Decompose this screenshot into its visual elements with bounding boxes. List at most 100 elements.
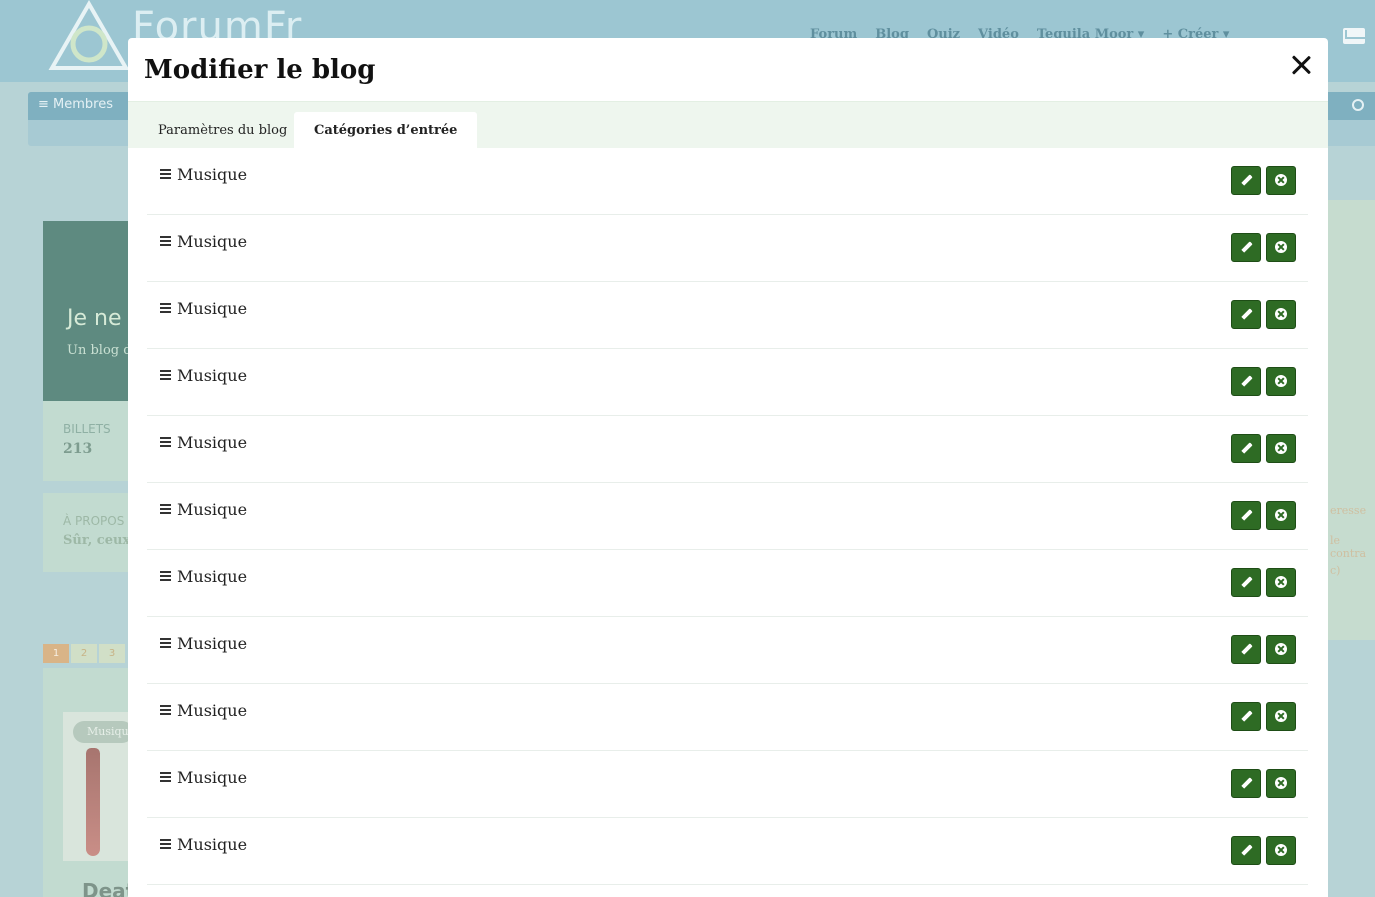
x-circle-icon (1275, 643, 1287, 655)
post-tag[interactable]: Musique (73, 721, 135, 743)
drag-handle-icon[interactable] (160, 437, 171, 447)
category-list: Musique Musique Musique Musique Musique Musiq… (147, 148, 1308, 885)
category-name: Musique (177, 165, 248, 184)
page-link[interactable]: 1 (43, 644, 69, 663)
category-name: Musique (177, 701, 248, 720)
edit-category-button[interactable] (1231, 367, 1261, 396)
delete-category-button[interactable] (1266, 836, 1296, 865)
drag-handle-icon[interactable] (160, 370, 171, 380)
category-name: Musique (177, 567, 248, 586)
tab-blog-settings[interactable]: Paramètres du blog (142, 112, 303, 149)
drag-handle-icon[interactable] (160, 236, 171, 246)
delete-category-button[interactable] (1266, 769, 1296, 798)
site-logo-icon[interactable] (48, 0, 130, 72)
x-circle-icon (1275, 509, 1287, 521)
delete-category-button[interactable] (1266, 702, 1296, 731)
category-name: Musique (177, 232, 248, 251)
edit-category-button[interactable] (1231, 501, 1261, 530)
edit-category-button[interactable] (1231, 166, 1261, 195)
sidebar-text: le contra (1330, 534, 1367, 560)
category-row[interactable]: Musique (147, 483, 1308, 550)
x-circle-icon (1275, 174, 1287, 186)
delete-category-button[interactable] (1266, 635, 1296, 664)
close-icon[interactable] (1288, 52, 1314, 78)
category-row[interactable]: Musique (147, 215, 1308, 282)
pencil-icon (1241, 175, 1252, 186)
edit-category-button[interactable] (1231, 769, 1261, 798)
category-row[interactable]: Musique (147, 617, 1308, 684)
category-name: Musique (177, 299, 248, 318)
drag-handle-icon[interactable] (160, 303, 171, 313)
category-name: Musique (177, 500, 248, 519)
x-circle-icon (1275, 442, 1287, 454)
category-row[interactable]: Musique (147, 550, 1308, 617)
edit-category-button[interactable] (1231, 635, 1261, 664)
delete-category-button[interactable] (1266, 367, 1296, 396)
tab-entry-categories[interactable]: Catégories d’entrée (294, 112, 478, 149)
delete-category-button[interactable] (1266, 300, 1296, 329)
stats-label: BILLETS (63, 422, 111, 436)
page-link[interactable]: 3 (99, 644, 125, 663)
category-row[interactable]: Musique (147, 684, 1308, 751)
pencil-icon (1241, 644, 1252, 655)
x-circle-icon (1275, 241, 1287, 253)
stats-value: 213 (63, 441, 93, 457)
x-circle-icon (1275, 576, 1287, 588)
category-name: Musique (177, 433, 248, 452)
edit-category-button[interactable] (1231, 702, 1261, 731)
x-circle-icon (1275, 844, 1287, 856)
delete-category-button[interactable] (1266, 501, 1296, 530)
x-circle-icon (1275, 777, 1287, 789)
x-circle-icon (1275, 375, 1287, 387)
pencil-icon (1241, 510, 1252, 521)
category-name: Musique (177, 634, 248, 653)
pencil-icon (1241, 242, 1252, 253)
modal-tabs: Paramètres du blog Catégories d’entrée (128, 101, 1328, 149)
category-row[interactable]: Musique (147, 416, 1308, 483)
delete-category-button[interactable] (1266, 233, 1296, 262)
x-circle-icon (1275, 710, 1287, 722)
sidebar-text: eresse (1330, 504, 1367, 517)
edit-category-button[interactable] (1231, 568, 1261, 597)
edit-blog-modal: Modifier le blog Paramètres du blog Caté… (128, 38, 1328, 897)
edit-category-button[interactable] (1231, 300, 1261, 329)
guitar-image (86, 748, 100, 856)
pencil-icon (1241, 711, 1252, 722)
category-row[interactable]: Musique (147, 349, 1308, 416)
drag-handle-icon[interactable] (160, 772, 171, 782)
category-name: Musique (177, 835, 248, 854)
pencil-icon (1241, 577, 1252, 588)
pencil-icon (1241, 443, 1252, 454)
edit-category-button[interactable] (1231, 836, 1261, 865)
pencil-icon (1241, 309, 1252, 320)
pencil-icon (1241, 845, 1252, 856)
modal-title: Modifier le blog (144, 55, 376, 85)
pencil-icon (1241, 376, 1252, 387)
category-row[interactable]: Musique (147, 751, 1308, 818)
delete-category-button[interactable] (1266, 166, 1296, 195)
category-name: Musique (177, 768, 248, 787)
drag-handle-icon[interactable] (160, 169, 171, 179)
category-row[interactable]: Musique (147, 148, 1308, 215)
category-row[interactable]: Musique (147, 818, 1308, 885)
drag-handle-icon[interactable] (160, 571, 171, 581)
delete-category-button[interactable] (1266, 434, 1296, 463)
mail-icon[interactable] (1343, 28, 1365, 44)
about-label: À PROPOS (63, 514, 125, 528)
page-link[interactable]: 2 (71, 644, 97, 663)
category-row[interactable]: Musique (147, 282, 1308, 349)
search-icon[interactable] (1352, 99, 1364, 111)
edit-category-button[interactable] (1231, 233, 1261, 262)
sidebar-text: c) (1330, 564, 1341, 577)
x-circle-icon (1275, 308, 1287, 320)
category-name: Musique (177, 366, 248, 385)
delete-category-button[interactable] (1266, 568, 1296, 597)
members-menu[interactable]: ≡ Membres (38, 97, 113, 112)
drag-handle-icon[interactable] (160, 839, 171, 849)
drag-handle-icon[interactable] (160, 705, 171, 715)
drag-handle-icon[interactable] (160, 638, 171, 648)
pencil-icon (1241, 778, 1252, 789)
drag-handle-icon[interactable] (160, 504, 171, 514)
edit-category-button[interactable] (1231, 434, 1261, 463)
pagination: 1 2 3 (43, 644, 125, 663)
